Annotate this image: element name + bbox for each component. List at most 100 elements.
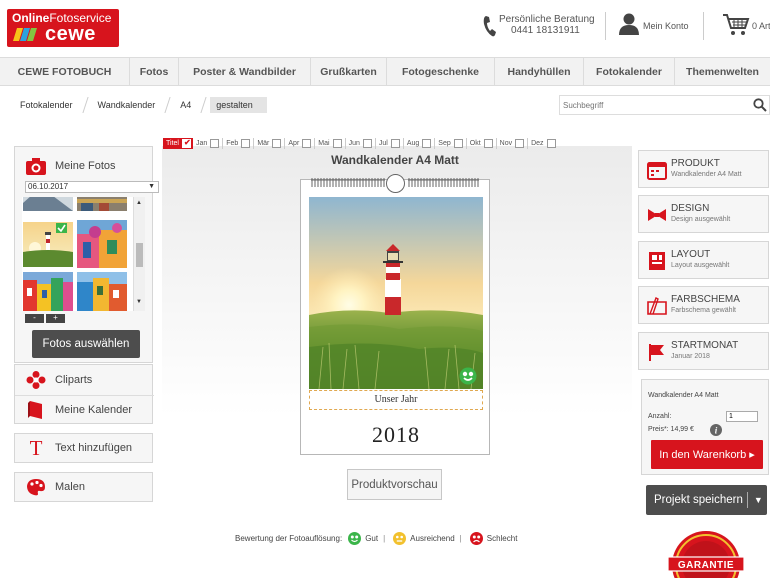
rating-separator: | xyxy=(383,533,386,543)
month-checkbox[interactable] xyxy=(483,138,493,148)
quantity-label: Anzahl: xyxy=(648,413,672,420)
scrollbar-thumb[interactable] xyxy=(136,243,143,267)
my-photos-header[interactable]: Meine Fotos xyxy=(15,155,154,177)
nav-item-grusskarten[interactable]: Grußkarten xyxy=(311,58,387,85)
step-color-scheme-title: FARBSCHEMA xyxy=(671,294,740,305)
breadcrumb-separator xyxy=(164,97,171,113)
photo-thumbnail[interactable] xyxy=(23,272,73,311)
logo-brand: cewe xyxy=(45,23,96,45)
zoom-in-button[interactable]: + xyxy=(46,314,65,323)
scroll-up-icon[interactable]: ▲ xyxy=(136,200,142,206)
calendar-caption[interactable]: Unser Jahr xyxy=(309,390,483,410)
brand-logo[interactable]: OnlineFotoservice cewe xyxy=(7,9,119,47)
select-photos-button[interactable]: Fotos auswählen xyxy=(32,330,140,358)
search-icon[interactable] xyxy=(753,98,767,112)
rating-label: Bewertung der Fotoauflösung: xyxy=(235,533,343,543)
month-checkbox[interactable] xyxy=(272,138,282,148)
contact-info[interactable]: Persönliche Beratung 0441 18131911 xyxy=(483,14,595,42)
step-start-month-title: STARTMONAT xyxy=(671,340,739,351)
my-calendars-item[interactable]: Meine Kalender xyxy=(15,399,154,421)
month-tabs: Titel ✔ Jan Feb Mär Apr Mai Jun Jul Aug S… xyxy=(163,136,559,150)
nav-item-handyhuellen[interactable]: Handyhüllen xyxy=(495,58,584,85)
tab-month[interactable]: Mai xyxy=(315,137,346,149)
search-input[interactable] xyxy=(563,98,743,112)
photo-thumbnail[interactable] xyxy=(77,197,127,211)
step-layout-title: LAYOUT xyxy=(671,249,711,260)
header-divider xyxy=(605,12,606,40)
hanger-hook xyxy=(386,174,405,193)
step-design[interactable]: DESIGN Design ausgewählt xyxy=(638,195,769,233)
month-checkbox[interactable] xyxy=(453,138,463,148)
tab-month[interactable]: Sep xyxy=(435,137,467,149)
checkbox-checked[interactable]: ✔ xyxy=(181,138,191,148)
nav-item-themenwelten[interactable]: Themenwelten xyxy=(675,58,770,85)
cart-count[interactable]: 0 Art xyxy=(752,21,770,31)
tab-titel[interactable]: Titel ✔ xyxy=(163,137,193,149)
cliparts-label: Cliparts xyxy=(55,374,93,386)
add-text-panel[interactable]: T Text hinzufügen xyxy=(14,433,153,463)
paint-item[interactable]: Malen xyxy=(15,476,154,498)
month-checkbox[interactable] xyxy=(302,138,312,148)
tab-label: Feb xyxy=(226,139,239,147)
photo-thumbnail[interactable] xyxy=(23,197,73,211)
add-text-item[interactable]: T Text hinzufügen xyxy=(15,437,154,459)
dropdown-arrow-icon[interactable]: ▼ xyxy=(754,495,763,505)
account-link[interactable]: Mein Konto xyxy=(643,21,689,31)
scroll-down-icon[interactable]: ▼ xyxy=(136,299,142,305)
add-to-cart-button[interactable]: In den Warenkorb ▸ xyxy=(651,440,763,469)
tab-month[interactable]: Apr xyxy=(285,137,316,149)
info-icon[interactable]: i xyxy=(710,424,722,436)
photo-thumbnail[interactable] xyxy=(77,272,127,311)
thumbnail-scrollbar[interactable]: ▲ ▼ xyxy=(133,197,145,311)
bad-face-icon xyxy=(469,531,483,545)
nav-item-fotobuch[interactable]: CEWE FOTOBUCH xyxy=(0,58,130,85)
breadcrumb-item[interactable]: Fotokalender xyxy=(14,97,81,113)
month-checkbox[interactable] xyxy=(241,138,251,148)
tab-month[interactable]: Nov xyxy=(497,137,529,149)
cliparts-item[interactable]: Cliparts xyxy=(15,369,154,391)
tab-month[interactable]: Feb xyxy=(223,137,255,149)
calendar-photo[interactable] xyxy=(309,197,483,389)
step-layout[interactable]: LAYOUT Layout ausgewählt xyxy=(638,241,769,279)
user-icon[interactable] xyxy=(619,13,639,35)
tab-month[interactable]: Jan xyxy=(193,137,224,149)
photo-thumbnail-selected[interactable] xyxy=(23,222,73,267)
tab-month[interactable]: Jul xyxy=(376,137,404,149)
photo-thumbnail[interactable] xyxy=(77,220,127,268)
month-checkbox[interactable] xyxy=(210,138,220,148)
cewe-color-mark-icon xyxy=(13,28,37,41)
month-checkbox[interactable] xyxy=(515,138,525,148)
tab-label: Okt xyxy=(469,139,481,147)
step-product[interactable]: PRODUKT Wandkalender A4 Matt xyxy=(638,150,769,188)
nav-item-fotokalender[interactable]: Fotokalender xyxy=(584,58,675,85)
step-start-month[interactable]: STARTMONAT Januar 2018 xyxy=(638,332,769,370)
button-divider xyxy=(746,492,748,508)
month-checkbox[interactable] xyxy=(390,138,400,148)
shopping-cart-icon[interactable] xyxy=(722,13,750,37)
assets-panel: Cliparts Meine Kalender xyxy=(14,364,154,424)
month-checkbox[interactable] xyxy=(332,138,342,148)
month-checkbox[interactable] xyxy=(362,138,372,148)
quantity-input[interactable] xyxy=(726,411,758,422)
paint-panel[interactable]: Malen xyxy=(14,472,153,502)
month-checkbox[interactable] xyxy=(422,138,432,148)
nav-item-fotos[interactable]: Fotos xyxy=(130,58,179,85)
tab-month[interactable]: Mär xyxy=(254,137,286,149)
tab-month[interactable]: Jun xyxy=(346,137,376,149)
month-checkbox[interactable] xyxy=(546,138,556,148)
tab-month[interactable]: Aug xyxy=(404,137,436,149)
calendar-year[interactable]: 2018 xyxy=(309,422,483,448)
nav-item-poster[interactable]: Poster & Wandbilder xyxy=(179,58,311,85)
breadcrumb-item[interactable]: A4 xyxy=(174,97,199,113)
step-color-scheme[interactable]: FARBSCHEMA Farbschema gewählt xyxy=(638,286,769,324)
breadcrumb-item[interactable]: Wandkalender xyxy=(92,97,164,113)
tab-month[interactable]: Dez xyxy=(528,138,558,149)
nav-item-fotogeschenke[interactable]: Fotogeschenke xyxy=(387,58,495,85)
save-project-button[interactable]: Projekt speichern ▼ xyxy=(646,485,767,515)
date-filter-select[interactable]: 06.10.2017 ▼ xyxy=(25,181,159,193)
phone-icon xyxy=(483,16,496,37)
product-preview-button[interactable]: Produktvorschau xyxy=(347,469,442,500)
tab-month[interactable]: Okt xyxy=(467,137,497,149)
zoom-out-button[interactable]: - xyxy=(25,314,44,323)
header-divider xyxy=(703,12,704,40)
